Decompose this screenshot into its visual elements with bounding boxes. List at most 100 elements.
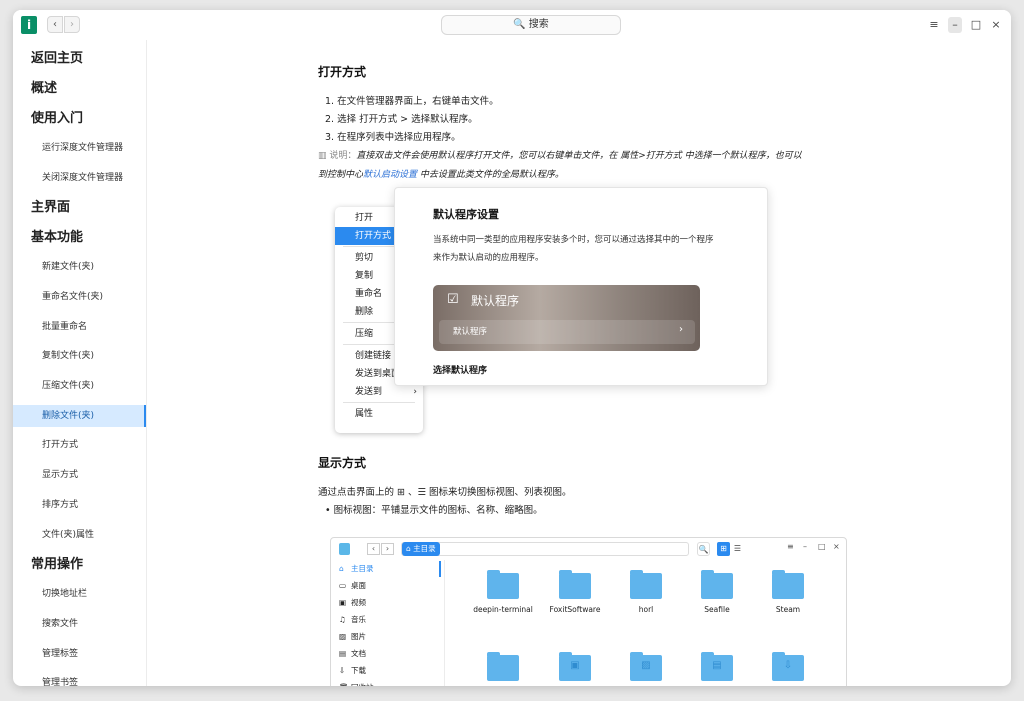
context-menu-item-label: 属性 [355, 409, 374, 419]
fm-maximize-icon[interactable]: □ [818, 542, 826, 551]
note-line-1: ▥ 说明：直接双击文件会使用默认程序打开文件，您可以右键单击文件，在 属性>打开… [318, 148, 802, 161]
chevron-right-icon: › [679, 324, 683, 335]
fm-sidebar-item[interactable]: ⌂ 主目录 [335, 561, 441, 577]
fm-sidebar-item[interactable]: ▨ 图片 [335, 629, 441, 645]
sidebar-item[interactable]: 管理标签 [13, 643, 146, 665]
context-menu-item-label: 压缩 [355, 329, 374, 339]
sidebar-item[interactable]: 切换地址栏 [13, 583, 146, 605]
menu-icon[interactable]: ≡ [927, 17, 941, 33]
note-tag: ▥ 说明： [318, 151, 357, 161]
sidebar-item[interactable]: 删除文件(夹) [13, 405, 146, 427]
sidebar-item[interactable]: 基本功能 [13, 227, 146, 249]
folder-item[interactable]: deepin-terminal [473, 570, 533, 614]
folder-item[interactable]: ▣视频 [545, 652, 605, 686]
context-menu-separator [343, 402, 415, 403]
folder-icon [487, 652, 519, 681]
fm-sidebar-icon: 🗑 [339, 680, 351, 686]
fm-sidebar-item[interactable]: ♫ 音乐 [335, 612, 441, 628]
sidebar-item[interactable]: 主界面 [13, 197, 146, 219]
step-3: 3. 在程序列表中选择应用程序。 [325, 132, 461, 143]
content-area: 打开方式 1. 在文件管理器界面上，右键单击文件。 2. 选择 打开方式 > 选… [148, 40, 1011, 686]
folder-icon [487, 570, 519, 599]
sidebar-item[interactable]: 显示方式 [13, 464, 146, 486]
context-menu-item-label: 删除 [355, 307, 374, 317]
folder-item[interactable]: FoxitSoftware [545, 570, 605, 614]
sidebar-item[interactable]: 压缩文件(夹) [13, 375, 146, 397]
folder-item[interactable]: ▨图片 [616, 652, 676, 686]
sidebar-item[interactable]: 概述 [13, 78, 146, 100]
folder-item[interactable]: ▤文档 [687, 652, 747, 686]
close-icon[interactable]: × [989, 17, 1003, 33]
sidebar-item[interactable]: 复制文件(夹) [13, 345, 146, 367]
view-mode-bullet: • 图标视图：平铺显示文件的图标、名称、缩略图。 [325, 505, 543, 516]
titlebar: i ‹ › 🔍 搜索 ≡ – □ × [13, 10, 1011, 40]
sidebar: 返回主页概述使用入门运行深度文件管理器 关闭深度文件管理器 主界面基本功能新建文件(… [13, 40, 147, 686]
sidebar-item[interactable]: 常用操作 [13, 554, 146, 576]
folder-name: deepin-terminal [473, 605, 533, 614]
grid-view-icon[interactable]: ⊞ [717, 542, 730, 556]
folder-icon: ▨ [630, 652, 662, 681]
fm-sidebar-label: 主目录 [351, 564, 374, 573]
folder-icon: ▣ [559, 652, 591, 681]
fm-forward-button[interactable]: › [381, 543, 394, 555]
fm-sidebar-item[interactable]: ⇩ 下载 [335, 663, 441, 679]
fm-close-icon[interactable]: × [833, 542, 840, 551]
sidebar-item[interactable]: 排序方式 [13, 494, 146, 516]
fm-sidebar-item[interactable]: ▭ 桌面 [335, 578, 441, 594]
fm-sidebar-label: 文档 [351, 649, 366, 658]
sidebar-item[interactable]: 重命名文件(夹) [13, 286, 146, 308]
fm-search-icon[interactable]: 🔍 [697, 542, 710, 556]
fm-address-bar[interactable]: ⌂ 主目录 [401, 542, 689, 556]
popup-title: 默认程序设置 [433, 208, 499, 221]
card-title: 默认程序 [471, 294, 520, 308]
sidebar-item[interactable]: 搜索文件 [13, 613, 146, 635]
forward-button[interactable]: › [64, 16, 80, 33]
fm-sidebar-item[interactable]: ▣ 视频 [335, 595, 441, 611]
sidebar-item[interactable]: 打开方式 [13, 434, 146, 456]
fm-sidebar-item[interactable]: ▤ 文档 [335, 646, 441, 662]
sidebar-item[interactable]: 管理书签 [13, 672, 146, 686]
popup-desc-1: 当系统中同一类型的应用程序安装多个时，您可以通过选择其中的一个程序 [433, 235, 714, 245]
fm-minimize-icon[interactable]: – [803, 542, 807, 551]
folder-item[interactable]: 其他 [473, 652, 533, 686]
search-input[interactable]: 🔍 搜索 [441, 15, 621, 35]
folder-icon [559, 570, 591, 599]
fm-path-home[interactable]: ⌂ 主目录 [402, 542, 440, 556]
fm-back-button[interactable]: ‹ [367, 543, 380, 555]
fm-sidebar-icon: ▭ [339, 581, 347, 590]
sidebar-item[interactable]: 使用入门 [13, 108, 146, 130]
context-menu-item-label: 发送到 [355, 387, 383, 397]
folder-item[interactable]: Seafile [687, 570, 747, 614]
fm-sidebar-item[interactable]: 🗑回收站 [335, 680, 441, 686]
minimize-icon[interactable]: – [948, 17, 962, 33]
folder-icon [630, 570, 662, 599]
sidebar-item[interactable]: 关闭深度文件管理器 [13, 167, 146, 189]
sidebar-item[interactable]: 运行深度文件管理器 [13, 137, 146, 159]
default-apps-link[interactable]: 默认启动设置 [363, 170, 417, 180]
default-app-row[interactable]: 默认程序 › [439, 320, 695, 344]
folder-item[interactable]: Steam [758, 570, 818, 614]
folder-glyph-icon: ⇩ [783, 660, 793, 671]
note-line-2: 到控制中心默认启动设置 中去设置此类文件的全局默认程序。 [318, 167, 564, 180]
file-manager-preview: ‹ › ⌂ 主目录 🔍 ⊞ ☰ ≡ – □ × ⌂ 主目录 ▭ 桌面 ▣ 视频 ♫ 音乐 ▨ 图片… [330, 537, 847, 686]
folder-item[interactable]: ⇩下载 [758, 652, 818, 686]
back-button[interactable]: ‹ [47, 16, 63, 33]
maximize-icon[interactable]: □ [969, 17, 983, 33]
sidebar-item[interactable]: 批量重命名 [13, 316, 146, 338]
folder-name: horl [638, 605, 654, 614]
list-view-icon[interactable]: ☰ [731, 542, 744, 556]
sidebar-item[interactable]: 新建文件(夹) [13, 256, 146, 278]
context-menu-item-label: 打开方式 [355, 231, 392, 241]
fm-sidebar-icon: ▣ [339, 598, 347, 607]
sidebar-item[interactable]: 文件(夹)属性 [13, 524, 146, 546]
note-text-2a: 到控制中心 [318, 170, 364, 180]
sidebar-item[interactable]: 返回主页 [13, 48, 146, 70]
folder-glyph-icon: ▣ [570, 660, 580, 671]
fm-sidebar-icon: ▨ [339, 632, 347, 641]
fm-menu-icon[interactable]: ≡ [787, 542, 794, 551]
folder-glyph-icon: ▤ [712, 660, 722, 671]
folder-item[interactable]: horl [616, 570, 676, 614]
context-menu-item[interactable]: 属性 [335, 405, 423, 423]
context-menu-item-label: 创建链接 [355, 351, 392, 361]
step-2: 2. 选择 打开方式 > 选择默认程序。 [325, 114, 478, 125]
